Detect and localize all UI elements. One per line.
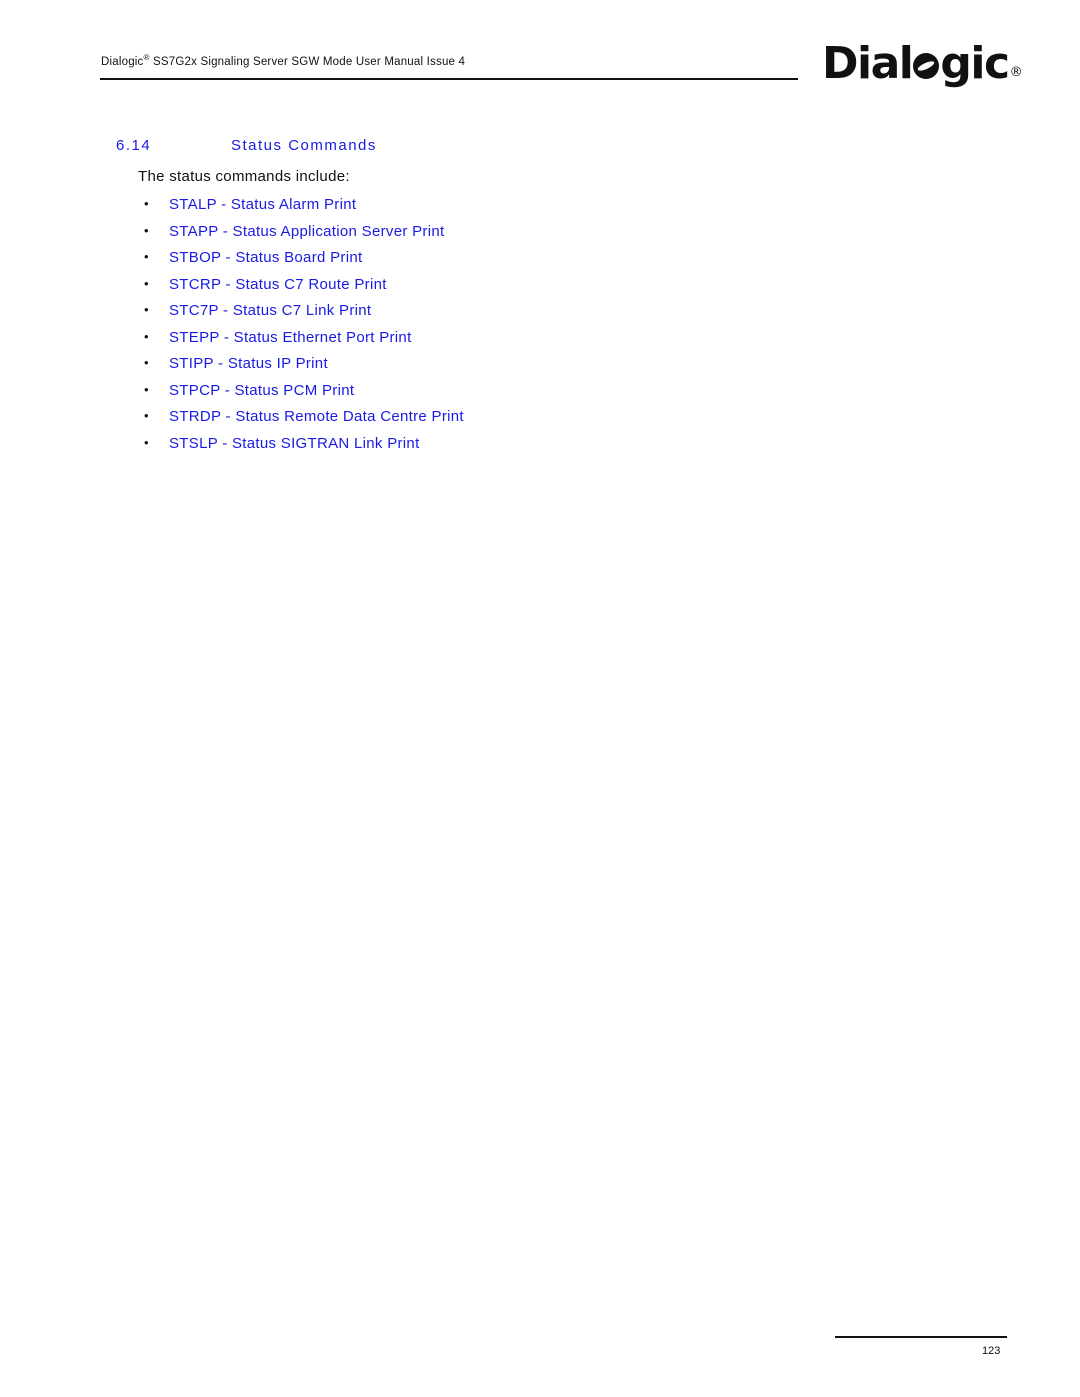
- command-separator: -: [221, 408, 236, 425]
- command-label: Status Remote Data Centre Print: [235, 408, 464, 425]
- status-command-list: • STALP - Status Alarm Print • STAPP - Stat…: [140, 196, 464, 461]
- bullet-icon: •: [144, 196, 149, 211]
- command-list-item: • STBOP - Status Board Print: [140, 249, 464, 276]
- command-separator: -: [219, 328, 234, 346]
- command-separator: -: [217, 434, 232, 452]
- command-link-stpcp[interactable]: STPCP - Status PCM Print: [169, 382, 354, 399]
- command-code: STSLP: [169, 434, 218, 452]
- command-code: STEPP: [169, 328, 220, 346]
- logo-o-icon: [913, 53, 940, 79]
- dialogic-logo: Dial gic®: [822, 42, 1023, 86]
- header-title: SS7G2x Signaling Server SGW Mode User Ma…: [153, 55, 466, 68]
- command-label: Status Alarm Print: [230, 196, 357, 213]
- command-label: Status C7 Link Print: [232, 302, 372, 319]
- logo-registered-mark: ®: [1009, 65, 1023, 80]
- command-label: Status Application Server Print: [232, 222, 445, 240]
- running-header: Dialogic® SS7G2x Signaling Server SGW Mo…: [101, 53, 465, 68]
- command-separator: -: [218, 222, 233, 240]
- page-number: 123: [982, 1345, 1001, 1357]
- command-separator: -: [213, 355, 228, 372]
- command-list-item: • STALP - Status Alarm Print: [140, 196, 464, 223]
- command-code: STAPP: [169, 222, 219, 240]
- command-separator: -: [220, 381, 235, 399]
- command-list-item: • STPCP - Status PCM Print: [140, 382, 464, 409]
- command-link-stalp[interactable]: STALP - Status Alarm Print: [169, 196, 356, 213]
- command-link-stbop[interactable]: STBOP - Status Board Print: [169, 249, 362, 266]
- command-list-item: • STRDP - Status Remote Data Centre Print: [140, 408, 464, 435]
- bullet-icon: •: [144, 408, 149, 423]
- bullet-icon: •: [144, 355, 149, 370]
- bullet-icon: •: [144, 328, 149, 344]
- command-code: STPCP: [169, 381, 221, 399]
- command-link-stepp[interactable]: STEPP - Status Ethernet Port Print: [169, 329, 412, 346]
- command-separator: -: [221, 249, 236, 266]
- command-link-stc7p[interactable]: STC7P - Status C7 Link Print: [169, 302, 371, 319]
- section-number: 6.14: [116, 137, 152, 154]
- bullet-icon: •: [144, 249, 149, 264]
- command-label: Status PCM Print: [234, 381, 355, 399]
- section-title: Status Commands: [231, 137, 377, 154]
- command-link-stcrp[interactable]: STCRP - Status C7 Route Print: [169, 276, 387, 293]
- command-list-item: • STIPP - Status IP Print: [140, 355, 464, 382]
- bullet-icon: •: [144, 381, 149, 397]
- footer-rule: [835, 1336, 1007, 1338]
- section-intro: The status commands include:: [138, 168, 350, 185]
- header-rule: [100, 78, 798, 80]
- command-link-stipp[interactable]: STIPP - Status IP Print: [169, 355, 328, 372]
- logo-text-end: gic: [940, 38, 1010, 89]
- logo-text-start: Dial: [822, 38, 914, 89]
- command-label: Status Board Print: [235, 249, 363, 266]
- command-list-item: • STSLP - Status SIGTRAN Link Print: [140, 435, 464, 462]
- bullet-icon: •: [144, 275, 149, 291]
- command-label: Status C7 Route Print: [235, 275, 387, 293]
- command-label: Status Ethernet Port Print: [233, 328, 412, 346]
- command-separator: -: [218, 302, 233, 319]
- command-separator: -: [216, 196, 231, 213]
- command-list-item: • STCRP - Status C7 Route Print: [140, 276, 464, 303]
- bullet-icon: •: [144, 434, 149, 450]
- bullet-icon: •: [144, 302, 149, 317]
- command-code: STALP: [169, 196, 217, 213]
- command-separator: -: [221, 275, 236, 293]
- command-label: Status IP Print: [227, 355, 328, 372]
- command-code: STCRP: [169, 275, 222, 293]
- command-code: STIPP: [169, 355, 214, 372]
- command-link-stapp[interactable]: STAPP - Status Application Server Print: [169, 223, 444, 240]
- bullet-icon: •: [144, 222, 149, 238]
- command-code: STBOP: [169, 249, 222, 266]
- registered-mark: ®: [143, 53, 150, 62]
- command-list-item: • STEPP - Status Ethernet Port Print: [140, 329, 464, 356]
- command-link-strdp[interactable]: STRDP - Status Remote Data Centre Print: [169, 408, 464, 425]
- command-list-item: • STAPP - Status Application Server Print: [140, 223, 464, 250]
- command-link-stslp[interactable]: STSLP - Status SIGTRAN Link Print: [169, 435, 420, 452]
- command-label: Status SIGTRAN Link Print: [231, 434, 420, 452]
- command-code: STRDP: [169, 408, 222, 425]
- command-list-item: • STC7P - Status C7 Link Print: [140, 302, 464, 329]
- command-code: STC7P: [169, 302, 219, 319]
- header-brand: Dialogic: [101, 55, 144, 68]
